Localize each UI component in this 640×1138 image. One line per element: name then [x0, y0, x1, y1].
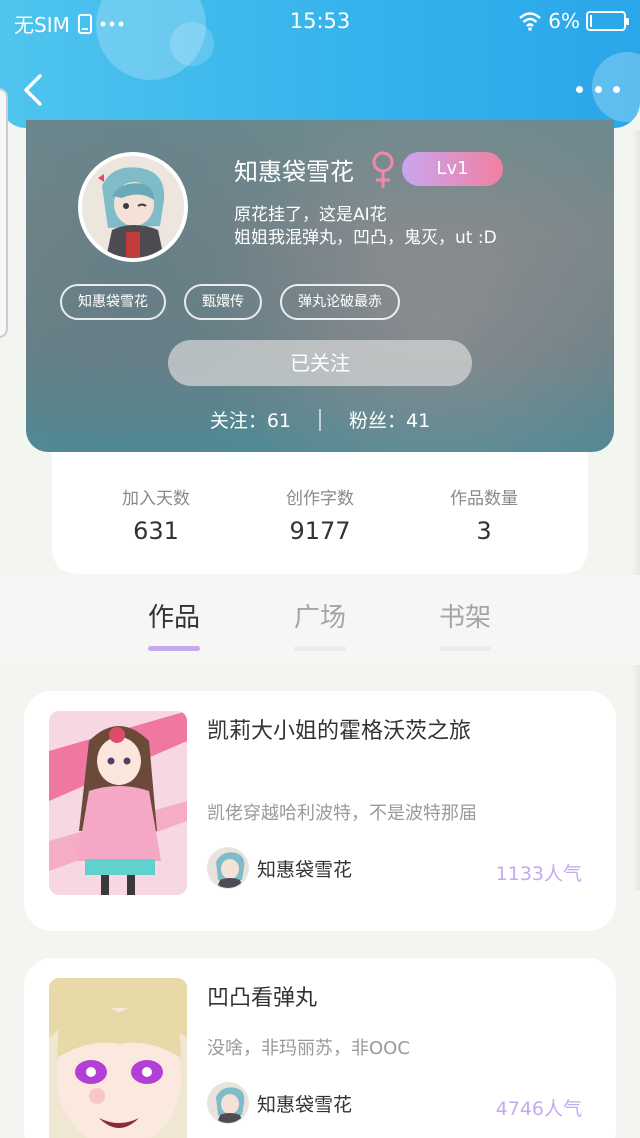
tab-indicator [294, 646, 346, 651]
stat-label: 作品数量 [450, 489, 518, 509]
author-row: 知惠袋雪花 [207, 1082, 352, 1124]
back-chevron-icon [24, 74, 42, 106]
divider [319, 408, 321, 431]
work-description: 凯佬穿越哈利波特，不是波特那届 [207, 803, 477, 824]
following-count[interactable]: 关注：61 [210, 406, 291, 433]
tag-list: 知惠袋雪花 甄嬛传 弹丸论破最赤 [60, 284, 400, 320]
popularity-count: 1133人气 [495, 863, 582, 885]
author-row: 知惠袋雪花 [207, 847, 352, 889]
profile-bio: 原花挂了，这是AI花 姐姐我混弹丸，凹凸，鬼灭，ut :D [234, 204, 497, 250]
bio-line: 原花挂了，这是AI花 [234, 205, 387, 225]
author-avatar-illustration [208, 848, 248, 888]
wifi-icon [519, 12, 542, 31]
author-name[interactable]: 知惠袋雪花 [257, 1090, 352, 1117]
follow-button[interactable]: 已关注 [168, 340, 472, 386]
level-badge: Lv1 [402, 152, 503, 186]
stat-value: 9177 [289, 517, 351, 545]
stat-word-count: 创作字数 9177 [260, 484, 380, 574]
stat-value: 631 [133, 517, 179, 545]
battery-fill [590, 15, 592, 27]
stat-label: 加入天数 [122, 489, 190, 509]
work-cover[interactable] [49, 711, 187, 895]
battery-icon [586, 11, 629, 31]
tab-label: 作品 [147, 603, 200, 633]
work-title[interactable]: 凯莉大小姐的霍格沃茨之旅 [207, 713, 471, 745]
female-icon [372, 151, 394, 188]
stat-join-days: 加入天数 631 [96, 484, 216, 574]
followers-count[interactable]: 粉丝：41 [349, 406, 430, 433]
status-right: 6% [518, 9, 629, 33]
tag-chip[interactable]: 弹丸论破最赤 [280, 284, 400, 320]
cover-illustration [49, 711, 187, 895]
back-button[interactable] [14, 70, 54, 110]
stats-card: 加入天数 631 创作字数 9177 作品数量 3 [52, 452, 588, 574]
cover-illustration [49, 978, 187, 1138]
tab-indicator [439, 646, 491, 651]
right-shadow [632, 130, 640, 890]
tag-chip[interactable]: 甄嬛传 [184, 284, 262, 320]
follow-stats: 关注：61 粉丝：41 [26, 406, 614, 433]
side-drawer-edge[interactable] [0, 88, 8, 338]
battery-percent: 6% [548, 9, 580, 33]
profile-name: 知惠袋雪花 [234, 158, 354, 186]
avatar-illustration [82, 156, 184, 258]
tab-label: 书架 [438, 603, 491, 633]
author-avatar[interactable] [207, 1082, 249, 1124]
tab-bookshelf[interactable]: 书架 [425, 597, 505, 651]
work-cover[interactable] [49, 978, 187, 1138]
nav-bar [0, 60, 640, 120]
stat-value: 3 [476, 517, 492, 545]
tab-label: 广场 [293, 603, 346, 633]
tab-bar: 作品 广场 书架 [0, 575, 640, 665]
more-dots-icon[interactable] [576, 74, 620, 104]
tab-plaza[interactable]: 广场 [280, 597, 360, 651]
work-card[interactable]: 凹凸看弹丸 没啥，非玛丽苏，非OOC 知惠袋雪花 4746人气 [24, 958, 616, 1138]
stat-label: 创作字数 [286, 489, 354, 509]
author-name[interactable]: 知惠袋雪花 [257, 855, 352, 882]
stat-works-count: 作品数量 3 [424, 484, 544, 574]
profile-card: 知惠袋雪花 Lv1 原花挂了，这是AI花 姐姐我混弹丸，凹凸，鬼灭，ut :D … [26, 120, 614, 452]
status-bar: 无SIM 15:53 6% [0, 0, 640, 44]
work-description: 没啥，非玛丽苏，非OOC [207, 1038, 410, 1059]
author-avatar-illustration [208, 1083, 248, 1123]
author-avatar[interactable] [207, 847, 249, 889]
work-card[interactable]: 凯莉大小姐的霍格沃茨之旅 凯佬穿越哈利波特，不是波特那届 知惠袋雪花 1133人… [24, 691, 616, 931]
tag-chip[interactable]: 知惠袋雪花 [60, 284, 166, 320]
popularity-count: 4746人气 [495, 1098, 582, 1120]
avatar[interactable] [78, 152, 188, 262]
work-title[interactable]: 凹凸看弹丸 [207, 980, 317, 1012]
tab-indicator [148, 646, 200, 651]
tab-works[interactable]: 作品 [134, 597, 214, 651]
bio-line: 姐姐我混弹丸，凹凸，鬼灭，ut :D [234, 228, 497, 248]
